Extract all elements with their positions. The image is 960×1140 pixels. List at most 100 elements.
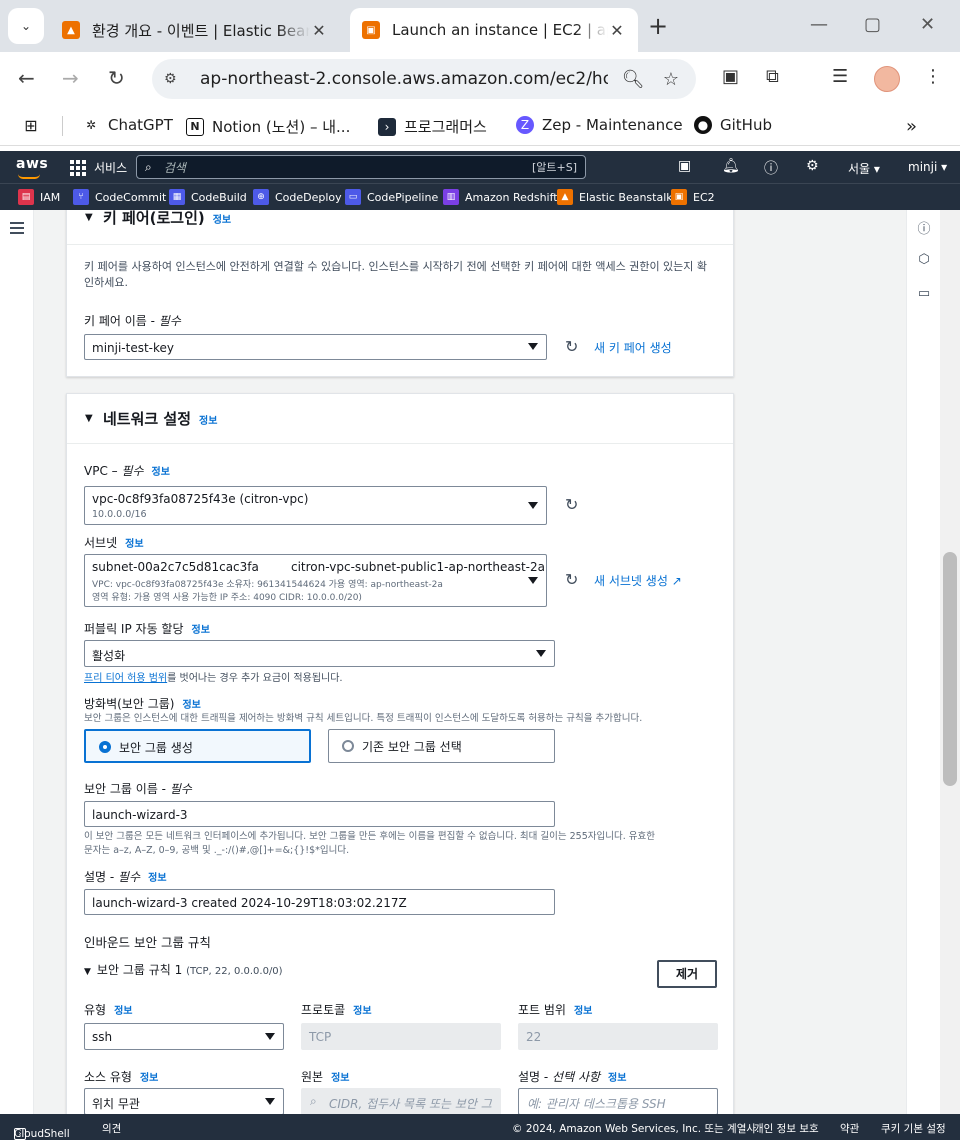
window-close-icon[interactable]: ✕ xyxy=(920,14,935,35)
more-bookmarks-icon[interactable]: » xyxy=(906,116,917,137)
favorite-iam[interactable]: ▤ IAM xyxy=(18,189,60,205)
profile-avatar[interactable] xyxy=(874,66,900,92)
vpc-select[interactable]: vpc-0c8f93fa08725f43e (citron-vpc) 10.0.… xyxy=(84,486,547,525)
create-keypair-link[interactable]: 새 키 페어 생성 xyxy=(594,339,672,356)
help-icon[interactable]: ⓘ xyxy=(764,158,778,178)
create-subnet-link[interactable]: 새 서브넷 생성 ↗ xyxy=(594,572,682,589)
aws-logo[interactable]: aws xyxy=(16,156,48,179)
source-type-label: 소스 유형 정보 xyxy=(84,1070,159,1084)
main-content: ▼ 키 페어(로그인) 정보 키 페어를 사용하여 인스턴스에 안전하게 연결할 … xyxy=(34,210,906,1114)
browser-tab-ec2[interactable]: ▣ Launch an instance | EC2 | ap-northeas… xyxy=(350,8,638,52)
info-link[interactable]: 정보 xyxy=(331,1073,349,1084)
scrollbar-thumb[interactable] xyxy=(943,552,957,786)
feedback-link[interactable]: 의견 xyxy=(102,1121,121,1136)
address-bar[interactable]: ⚙ ap-northeast-2.console.aws.amazon.com/… xyxy=(152,59,696,99)
bookmark-zep[interactable]: Z Zep - Maintenance xyxy=(516,116,683,134)
region-selector[interactable]: 서울 ▾ xyxy=(848,160,880,177)
remove-rule-button[interactable]: 제거 xyxy=(657,960,717,988)
tab-title: Launch an instance | EC2 | ap-northeast-… xyxy=(392,21,608,39)
extensions-puzzle-icon[interactable]: ⧉ xyxy=(766,66,779,87)
services-menu[interactable]: 서비스 xyxy=(70,159,127,176)
tutorial-icon[interactable]: ⬡ xyxy=(916,252,932,268)
favorite-codepipeline[interactable]: ▭ CodePipeline xyxy=(345,189,438,205)
rule-type-select[interactable]: ssh xyxy=(84,1023,284,1050)
refresh-icon[interactable]: ↻ xyxy=(565,495,578,514)
extension-note-icon[interactable]: ▣ xyxy=(722,66,739,87)
codecommit-icon: ⑂ xyxy=(73,189,89,205)
aws-search-input[interactable]: ⌕ 검색 [알트+S] xyxy=(136,155,586,179)
close-icon[interactable]: ✕ xyxy=(608,21,626,40)
page-scrollbar[interactable] xyxy=(940,210,960,1114)
info-link[interactable]: 정보 xyxy=(608,1073,626,1084)
favorite-elastic-beanstalk[interactable]: ▲ Elastic Beanstalk xyxy=(557,189,673,205)
favorite-ec2[interactable]: ▣ EC2 xyxy=(671,189,715,205)
refresh-icon[interactable]: ↻ xyxy=(565,570,578,589)
forward-icon[interactable]: → xyxy=(62,66,79,90)
free-tier-link[interactable]: 프리 티어 허용 범위 xyxy=(84,673,167,684)
terms-link[interactable]: 약관 xyxy=(840,1121,859,1136)
subnet-select[interactable]: subnet-00a2c7c5d81cac3fa citron-vpc-subn… xyxy=(84,554,547,607)
info-link[interactable]: 정보 xyxy=(574,1006,592,1017)
more-menu-icon[interactable]: ⋮ xyxy=(924,66,942,87)
sg-name-input[interactable]: launch-wizard-3 xyxy=(84,801,555,827)
source-input[interactable]: ⌕ CIDR, 접두사 목록 또는 보안 그 xyxy=(301,1088,501,1114)
menu-hamburger-icon[interactable] xyxy=(10,222,24,237)
keypair-select[interactable]: minji-test-key xyxy=(84,334,547,360)
sg-description-input[interactable]: launch-wizard-3 created 2024-10-29T18:03… xyxy=(84,889,555,915)
cookie-preferences-link[interactable]: 쿠키 기본 설정 xyxy=(881,1121,946,1136)
bookmark-star-icon[interactable]: ☆ xyxy=(658,69,684,90)
info-link[interactable]: 정보 xyxy=(148,873,166,884)
source-type-select[interactable]: 위치 무관 xyxy=(84,1088,284,1114)
public-ip-select[interactable]: 활성화 xyxy=(84,640,555,667)
feedback-monitor-icon[interactable]: ▭ xyxy=(916,286,932,302)
favorite-redshift[interactable]: ▥ Amazon Redshift xyxy=(443,189,558,205)
info-link[interactable]: 정보 xyxy=(192,625,210,636)
keypair-panel-header[interactable]: ▼ 키 페어(로그인) 정보 xyxy=(67,210,733,245)
info-link[interactable]: 정보 xyxy=(213,215,231,226)
favorite-codedeploy[interactable]: ⊕ CodeDeploy xyxy=(253,189,342,205)
info-link[interactable]: 정보 xyxy=(114,1006,132,1017)
rule-1-header[interactable]: ▼ 보안 그룹 규칙 1 (TCP, 22, 0.0.0.0/0) xyxy=(84,961,283,978)
privacy-link[interactable]: 개인 정보 보호 xyxy=(754,1121,819,1136)
site-info-icon[interactable]: ⚙ xyxy=(164,71,186,87)
bookmark-programmers[interactable]: › 프로그래머스 xyxy=(378,116,487,137)
close-icon[interactable]: ✕ xyxy=(310,21,328,40)
protocol-label: 프로토콜 정보 xyxy=(301,1003,372,1017)
public-ip-label: 퍼블릭 IP 자동 할당 정보 xyxy=(84,622,210,636)
notifications-bell-icon[interactable]: 🔔︎ xyxy=(722,158,740,174)
media-control-icon[interactable]: ☰ xyxy=(832,66,848,87)
info-link[interactable]: 정보 xyxy=(152,467,170,478)
favorite-codebuild[interactable]: ▦ CodeBuild xyxy=(169,189,247,205)
cloudshell-icon[interactable]: ▣ xyxy=(678,158,691,174)
info-link[interactable]: 정보 xyxy=(353,1006,371,1017)
bookmark-notion[interactable]: N Notion (노션) – 내... xyxy=(186,116,350,137)
maximize-icon[interactable]: ▢ xyxy=(864,14,881,35)
info-link[interactable]: 정보 xyxy=(125,539,143,550)
new-tab-icon[interactable]: + xyxy=(648,12,668,40)
reload-icon[interactable]: ↻ xyxy=(108,66,125,90)
bookmark-chatgpt[interactable]: ✲ ChatGPT xyxy=(82,116,173,134)
favorite-codecommit[interactable]: ⑂ CodeCommit xyxy=(73,189,166,205)
minimize-icon[interactable]: — xyxy=(810,14,828,35)
settings-gear-icon[interactable]: ⚙ xyxy=(806,158,819,174)
info-link[interactable]: 정보 xyxy=(140,1073,158,1084)
bookmark-github[interactable]: ● GitHub xyxy=(694,116,772,134)
apps-grid-icon[interactable]: ⊞ xyxy=(22,116,48,135)
info-panel-icon[interactable]: ⓘ xyxy=(916,218,932,237)
account-menu[interactable]: minji ▾ xyxy=(908,160,947,174)
info-link[interactable]: 정보 xyxy=(199,416,217,427)
select-existing-security-group-option[interactable]: 기존 보안 그룹 선택 xyxy=(328,729,555,763)
refresh-icon[interactable]: ↻ xyxy=(565,337,578,356)
codepipeline-icon: ▭ xyxy=(345,189,361,205)
info-link[interactable]: 정보 xyxy=(182,700,200,711)
browser-tab-strip: ⌄ ▲ 환경 개요 - 이벤트 | Elastic Beanstalk ✕ ▣ … xyxy=(0,0,960,52)
tab-search-button[interactable]: ⌄ xyxy=(8,8,44,44)
rule-description-input[interactable]: 예: 관리자 데스크톱용 SSH xyxy=(518,1088,718,1114)
caret-down-icon xyxy=(536,649,546,657)
left-side-nav xyxy=(0,210,34,1114)
network-panel-header[interactable]: ▼ 네트워크 설정 정보 xyxy=(67,394,733,444)
back-icon[interactable]: ← xyxy=(18,66,35,90)
browser-tab-beanstalk[interactable]: ▲ 환경 개요 - 이벤트 | Elastic Beanstalk ✕ xyxy=(50,8,340,52)
zoom-icon[interactable]: 🔍︎ xyxy=(620,69,646,90)
create-security-group-option[interactable]: 보안 그룹 생성 xyxy=(84,729,311,763)
